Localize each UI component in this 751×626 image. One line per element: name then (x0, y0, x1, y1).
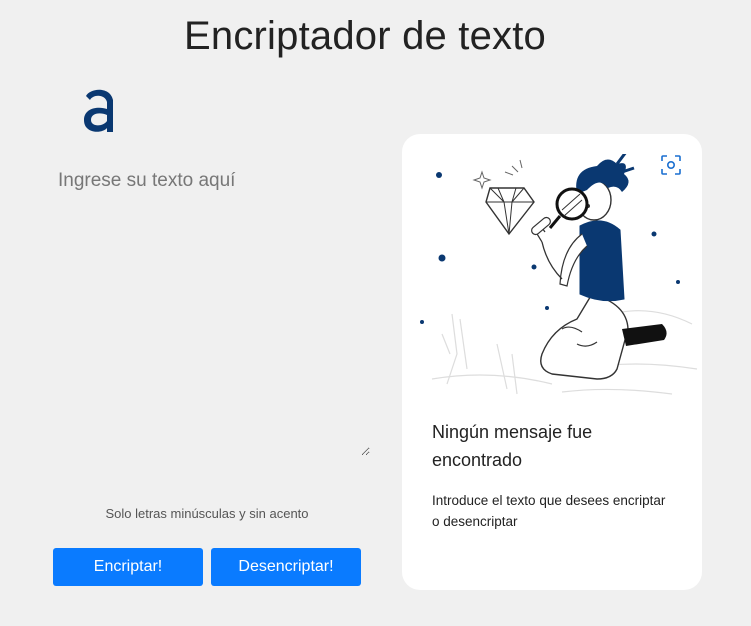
alura-logo-icon (84, 89, 113, 132)
text-input[interactable] (48, 160, 370, 456)
decrypt-button[interactable]: Desencriptar! (211, 548, 361, 586)
page: Encriptador de texto Solo letras minúscu… (0, 0, 751, 626)
page-title: Encriptador de texto (184, 14, 546, 58)
empty-message-title: Ningún mensaje fue encontrado (432, 422, 593, 470)
input-hint: Solo letras minúsculas y sin acento (105, 506, 309, 521)
person-with-magnifier-illustration (420, 154, 698, 395)
encrypt-button[interactable]: Encriptar! (53, 548, 203, 586)
output-card: Ningún mensaje fue encontrado Introduce … (402, 134, 702, 590)
empty-message-description: Introduce el texto que desees encriptar … (432, 493, 666, 529)
